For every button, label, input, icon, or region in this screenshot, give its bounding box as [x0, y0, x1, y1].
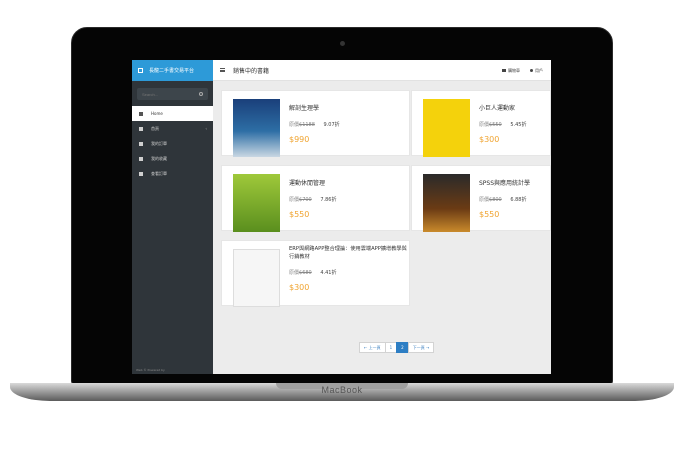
- pagination: ← 上一頁 1 2 下一頁 →: [359, 342, 435, 353]
- footer-note: Web © Powered by: [136, 368, 165, 372]
- search-icon[interactable]: [199, 92, 203, 96]
- original-price: 原價$550: [479, 122, 502, 128]
- sale-price: $300: [289, 283, 310, 292]
- book-card[interactable]: ERP與網路APP整合理論：使用雲端APP擴增教學與行銷教材 原價$680 4.…: [221, 240, 410, 307]
- cart-icon: [502, 68, 506, 72]
- sidebar-item-label: 我的訂單: [151, 140, 167, 146]
- discount: 6.88折: [510, 197, 527, 203]
- next-page-button[interactable]: 下一頁 →: [407, 342, 435, 353]
- discount: 5.45折: [510, 122, 527, 128]
- book-pricing: 原價$1188 9.07折: [289, 121, 340, 128]
- menu-icon[interactable]: [220, 68, 225, 72]
- sale-price: $300: [479, 135, 500, 144]
- camera-icon: [340, 41, 345, 46]
- cart-label: 購物車: [508, 67, 520, 73]
- book-grid: 解剖生理學 原價$1188 9.07折 $990 小巨人運動家 原價$550 5…: [213, 81, 551, 374]
- header: 銷售中的書籍 購物車 用戶: [213, 60, 551, 81]
- sidebar-search: [137, 88, 208, 100]
- user-label: 用戶: [535, 67, 543, 73]
- book-pricing: 原價$800 6.88折: [479, 196, 526, 203]
- brand-title: 長龍二手書交易平台: [149, 68, 195, 74]
- original-price: 原價$700: [289, 197, 312, 203]
- book-title[interactable]: 解剖生理學: [289, 103, 319, 112]
- sale-price: $550: [289, 210, 310, 219]
- book-cover[interactable]: [233, 99, 280, 157]
- sidebar-item-home[interactable]: Home: [132, 106, 213, 121]
- file-icon: [139, 141, 143, 146]
- laptop-brand: MacBook: [321, 385, 363, 395]
- sidebar: 長龍二手書交易平台 Home 首頁 ‹ 我的訂單 我的收藏: [132, 60, 213, 374]
- original-price: 原價$800: [479, 197, 502, 203]
- sale-price: $550: [479, 210, 500, 219]
- book-cover[interactable]: [423, 174, 470, 232]
- book-card[interactable]: 運動休閒管理 原價$700 7.86折 $550: [221, 165, 410, 232]
- cart-button[interactable]: 購物車: [502, 68, 520, 74]
- laptop-mockup: MacBook 長龍二手書交易平台 Home 首頁 ‹ 我: [0, 0, 684, 456]
- book-title[interactable]: ERP與網路APP整合理論：使用雲端APP擴增教學與行銷教材: [289, 245, 407, 261]
- discount: 9.07折: [323, 122, 340, 128]
- sidebar-item-orders[interactable]: 我的訂單: [132, 136, 213, 151]
- header-actions: 購物車 用戶: [502, 60, 543, 81]
- list-icon: [139, 171, 143, 176]
- book-card[interactable]: 小巨人運動家 原價$550 5.45折 $300: [411, 90, 551, 157]
- discount: 4.41折: [320, 270, 337, 276]
- discount: 7.86折: [320, 197, 337, 203]
- sidebar-item-label: 查看訂單: [151, 170, 167, 176]
- original-price: 原價$680: [289, 270, 312, 276]
- book-cover[interactable]: [423, 99, 470, 157]
- book-cover[interactable]: [233, 249, 280, 307]
- sidebar-item-label: 我的收藏: [151, 155, 167, 161]
- book-card[interactable]: SPSS與應用統計學 原價$800 6.88折 $550: [411, 165, 551, 232]
- book-pricing: 原價$680 4.41折: [289, 269, 336, 276]
- tag-icon: [139, 126, 143, 131]
- chevron-left-icon: ‹: [205, 126, 207, 131]
- book-title[interactable]: 小巨人運動家: [479, 103, 515, 112]
- home-icon: [139, 111, 143, 116]
- book-icon: [138, 68, 143, 73]
- page-title: 銷售中的書籍: [233, 67, 270, 75]
- app-screen: 長龍二手書交易平台 Home 首頁 ‹ 我的訂單 我的收藏: [132, 60, 551, 374]
- heart-icon: [139, 156, 143, 161]
- sidebar-item-label: 首頁: [151, 125, 159, 131]
- book-title[interactable]: SPSS與應用統計學: [479, 178, 530, 187]
- sidebar-item-main[interactable]: 首頁 ‹: [132, 121, 213, 136]
- user-icon: [530, 68, 533, 72]
- sidebar-item-favorites[interactable]: 我的收藏: [132, 151, 213, 166]
- prev-page-button[interactable]: ← 上一頁: [359, 342, 386, 353]
- book-pricing: 原價$700 7.86折: [289, 196, 336, 203]
- brand-bar[interactable]: 長龍二手書交易平台: [132, 60, 213, 81]
- sidebar-item-view-orders[interactable]: 查看訂單: [132, 166, 213, 181]
- book-title[interactable]: 運動休閒管理: [289, 178, 325, 187]
- user-menu[interactable]: 用戶: [530, 68, 543, 74]
- sidebar-item-label: Home: [151, 111, 163, 116]
- search-input[interactable]: [142, 91, 192, 97]
- book-pricing: 原價$550 5.45折: [479, 121, 526, 128]
- book-card[interactable]: 解剖生理學 原價$1188 9.07折 $990: [221, 90, 410, 157]
- original-price: 原價$1188: [289, 122, 315, 128]
- sale-price: $990: [289, 135, 310, 144]
- book-cover[interactable]: [233, 174, 280, 232]
